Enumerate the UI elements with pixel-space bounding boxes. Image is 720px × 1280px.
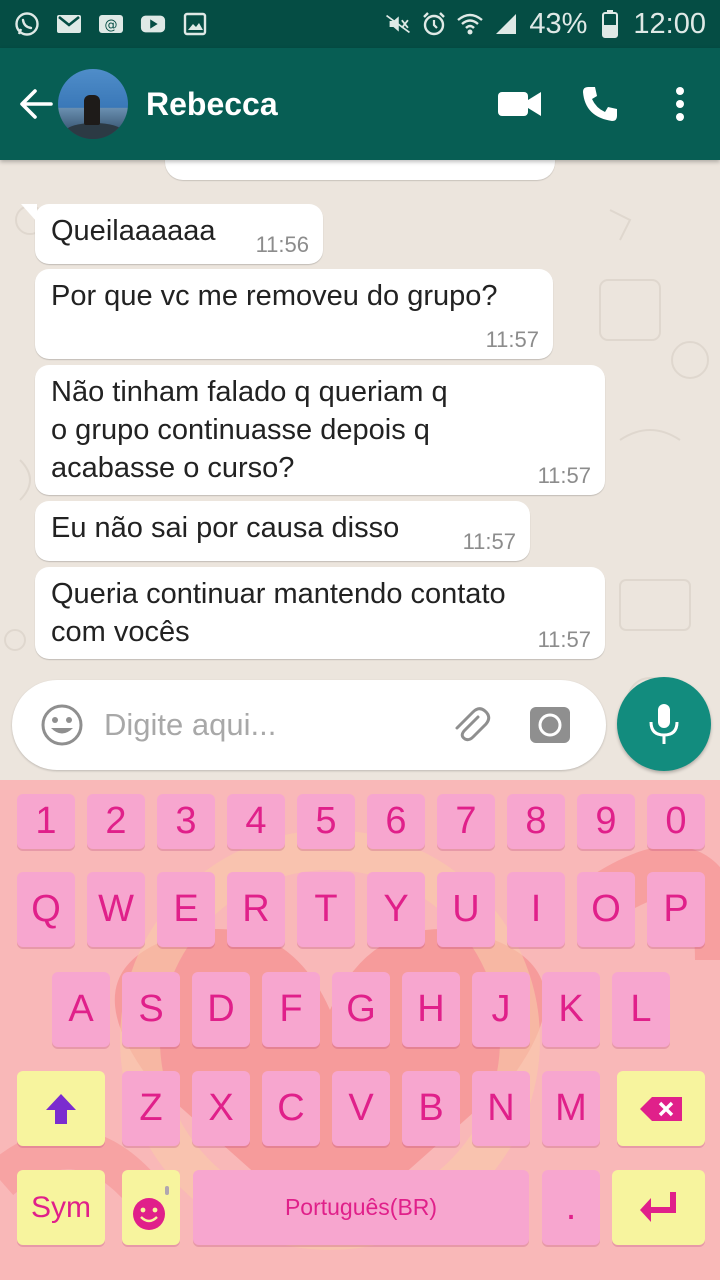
key-2[interactable]: 2 [87, 794, 145, 849]
key-7[interactable]: 7 [437, 794, 495, 849]
svg-text:@: @ [105, 18, 118, 33]
camera-button[interactable] [520, 695, 580, 755]
message-input[interactable] [104, 707, 434, 743]
key-u[interactable]: U [437, 872, 495, 947]
key-r[interactable]: R [227, 872, 285, 947]
status-bar: @ 43% 12:00 [0, 0, 720, 48]
message-bubble[interactable]: Queria continuar mantendo contato com vo… [35, 567, 605, 659]
youtube-icon [140, 11, 166, 37]
key-o[interactable]: O [577, 872, 635, 947]
key-h[interactable]: H [402, 972, 460, 1047]
attach-button[interactable] [440, 695, 500, 755]
key-0[interactable]: 0 [647, 794, 705, 849]
message-bubble[interactable]: Queilaaaaaa 11:56 [21, 204, 323, 264]
signal-icon [493, 11, 519, 37]
paperclip-icon [455, 707, 491, 742]
key-4[interactable]: 4 [227, 794, 285, 849]
enter-icon [639, 1191, 676, 1222]
video-call-button[interactable] [480, 64, 560, 144]
key-i[interactable]: I [507, 872, 565, 947]
message-text: Queria continuar mantendo contato com vo… [51, 578, 506, 648]
battery-percent: 43% [529, 7, 588, 40]
message-time: 11:57 [485, 327, 539, 352]
key-l[interactable]: L [612, 972, 670, 1047]
key-8[interactable]: 8 [507, 794, 565, 849]
key-q[interactable]: Q [17, 872, 75, 947]
previous-message [165, 160, 555, 180]
period-key[interactable]: . [542, 1170, 600, 1245]
camera-icon [530, 707, 570, 743]
backspace-icon [640, 1096, 682, 1121]
shift-arrow-icon [46, 1093, 76, 1124]
emoji-button[interactable] [32, 695, 92, 755]
gmail-icon [56, 11, 82, 37]
key-n[interactable]: N [472, 1071, 530, 1146]
emoji-keyboard-icon [133, 1185, 169, 1230]
key-t[interactable]: T [297, 872, 355, 947]
key-v[interactable]: V [332, 1071, 390, 1146]
contact-name[interactable]: Rebecca [146, 86, 278, 123]
key-g[interactable]: G [332, 972, 390, 1047]
key-3[interactable]: 3 [157, 794, 215, 849]
key-f[interactable]: F [262, 972, 320, 1047]
key-5[interactable]: 5 [297, 794, 355, 849]
message-bubble[interactable]: Eu não sai por causa disso 11:57 [35, 501, 530, 561]
more-options-icon [676, 87, 684, 121]
key-y[interactable]: Y [367, 872, 425, 947]
key-x[interactable]: X [192, 1071, 250, 1146]
message-text: Não tinham falado q queriam q o grupo co… [51, 376, 448, 484]
key-j[interactable]: J [472, 972, 530, 1047]
phone-call-button[interactable] [560, 64, 640, 144]
key-w[interactable]: W [87, 872, 145, 947]
microphone-icon [649, 704, 679, 744]
key-1[interactable]: 1 [17, 794, 75, 849]
key-e[interactable]: E [157, 872, 215, 947]
key-z[interactable]: Z [122, 1071, 180, 1146]
message-text: Por que vc me removeu do grupo? [51, 280, 498, 312]
symbols-key[interactable]: Sym [17, 1170, 105, 1245]
wifi-icon [457, 11, 484, 37]
space-key[interactable]: Português(BR) [193, 1170, 529, 1245]
battery-icon [597, 10, 623, 38]
key-m[interactable]: M [542, 1071, 600, 1146]
more-options-button[interactable] [640, 64, 720, 144]
backspace-key[interactable] [617, 1071, 705, 1146]
alarm-icon [421, 11, 447, 37]
message-bubble[interactable]: Por que vc me removeu do grupo? 11:57 [35, 269, 553, 359]
message-bubble[interactable]: Não tinham falado q queriam q o grupo co… [35, 365, 605, 495]
key-s[interactable]: S [122, 972, 180, 1047]
key-a[interactable]: A [52, 972, 110, 1047]
key-k[interactable]: K [542, 972, 600, 1047]
message-time: 11:57 [537, 627, 591, 652]
key-9[interactable]: 9 [577, 794, 635, 849]
message-time: 11:57 [462, 529, 516, 554]
voice-record-button[interactable] [617, 677, 711, 771]
message-time: 11:56 [255, 232, 309, 257]
message-time: 11:57 [537, 463, 591, 488]
emoji-key[interactable] [122, 1170, 180, 1245]
message-text: Eu não sai por causa disso [51, 512, 400, 544]
clock: 12:00 [633, 7, 706, 40]
shift-key[interactable] [17, 1071, 105, 1146]
avatar[interactable] [58, 69, 128, 139]
key-b[interactable]: B [402, 1071, 460, 1146]
voicemail-icon: @ [98, 11, 124, 37]
whatsapp-icon [14, 11, 40, 37]
phone-call-icon [583, 87, 617, 121]
key-p[interactable]: P [647, 872, 705, 947]
key-c[interactable]: C [262, 1071, 320, 1146]
keyboard: 1234567890 QWERTYUIOP ASDFGHJKL ZXCVBNM … [0, 780, 720, 1280]
video-call-icon [498, 92, 541, 116]
chat-header: Rebecca [0, 48, 720, 160]
key-d[interactable]: D [192, 972, 250, 1047]
message-composer [12, 680, 606, 770]
gallery-icon [182, 11, 208, 37]
emoji-icon [41, 704, 83, 746]
back-button[interactable] [10, 78, 62, 130]
mute-icon [385, 11, 411, 37]
arrow-back-icon [20, 89, 53, 119]
key-6[interactable]: 6 [367, 794, 425, 849]
enter-key[interactable] [612, 1170, 705, 1245]
